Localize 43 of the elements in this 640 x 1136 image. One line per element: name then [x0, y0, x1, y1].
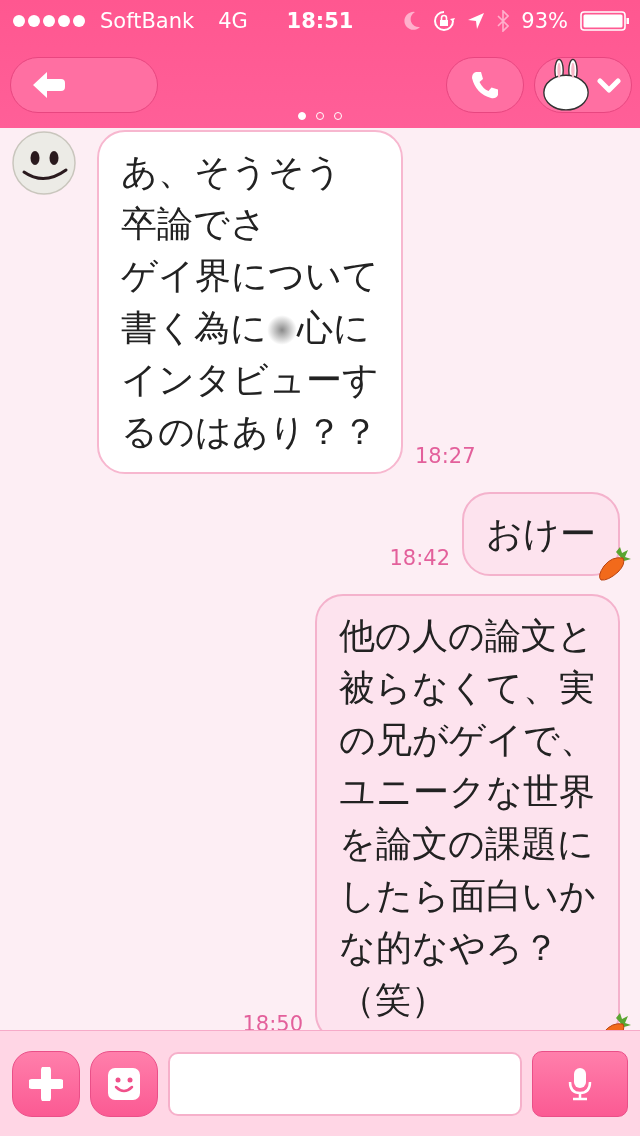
message-text-line: 被らなくて、実: [339, 666, 596, 710]
rotation-lock-icon: [433, 10, 456, 32]
moon-icon: [403, 11, 422, 31]
chevron-down-icon: [597, 76, 621, 94]
location-icon: [467, 12, 486, 30]
microphone-icon: [567, 1066, 593, 1101]
network-type: 4G: [218, 9, 248, 33]
message-text-line: （笑）: [339, 978, 448, 1022]
message-text-line: インタビューす: [121, 358, 379, 402]
profile-menu-button[interactable]: [534, 57, 632, 113]
sticker-button[interactable]: [90, 1050, 158, 1117]
carrier-name: SoftBank: [100, 9, 195, 33]
bluetooth-icon: [497, 10, 510, 32]
message-text-line: ゲイ界について: [121, 254, 379, 298]
message-input[interactable]: [168, 1051, 522, 1116]
call-button[interactable]: [446, 57, 524, 113]
message-text-line: おけー: [486, 512, 596, 556]
plus-icon: [29, 1066, 63, 1101]
voice-button[interactable]: [532, 1050, 628, 1117]
back-button[interactable]: [10, 57, 158, 113]
add-button[interactable]: [12, 1050, 80, 1117]
message-time: 18:27: [415, 444, 476, 468]
smiley-icon: [107, 1066, 141, 1101]
rabbit-avatar-icon: [541, 58, 591, 112]
avatar-icon[interactable]: [10, 130, 78, 196]
message-text-line: の兄がゲイで、: [339, 718, 596, 762]
phone-icon: [470, 70, 500, 100]
message-text-line: を論文の課題に: [339, 822, 595, 866]
message-text-line: 書く為に 心に: [121, 306, 371, 350]
blurred-text: [267, 315, 297, 345]
battery-icon: [580, 11, 630, 31]
battery-percent: 93%: [521, 9, 568, 33]
message-text-line: 他の人の論文と: [339, 614, 595, 658]
message-text-line: あ、そうそう: [121, 150, 343, 194]
message-text-line: な的なやろ？: [339, 926, 560, 970]
back-arrow-icon: [31, 70, 67, 100]
clock: 18:51: [286, 9, 354, 33]
message-text-line: したら面白いか: [339, 874, 596, 918]
message-text-line: 卒論でさ: [121, 202, 268, 246]
message-text-line: ユニークな世界: [339, 770, 596, 814]
message-text-line: るのはあり？？: [121, 410, 379, 454]
message-time: 18:42: [389, 546, 450, 570]
carrot-icon: [596, 546, 632, 582]
